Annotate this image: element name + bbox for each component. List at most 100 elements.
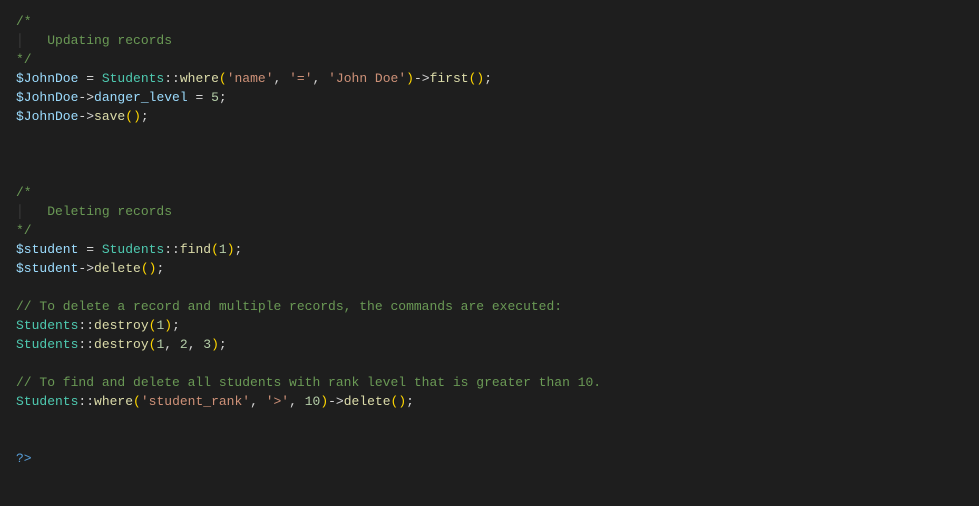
arrow: ->	[328, 394, 344, 409]
comment-text	[24, 33, 47, 48]
code-line: $JohnDoe = Students::where('name', '=', …	[16, 69, 963, 88]
class-name: Students	[16, 337, 78, 352]
operator: =	[78, 242, 101, 257]
comment-open: /*	[16, 14, 32, 29]
empty-line	[16, 164, 963, 183]
variable: $JohnDoe	[16, 90, 78, 105]
comment-line: // To delete a record and multiple recor…	[16, 299, 562, 314]
punct: ;	[484, 71, 492, 86]
code-line: // To find and delete all students with …	[16, 373, 963, 392]
property: danger_level	[94, 90, 188, 105]
paren: )	[133, 109, 141, 124]
arrow: ->	[414, 71, 430, 86]
punct: ,	[164, 337, 180, 352]
variable: $JohnDoe	[16, 109, 78, 124]
variable: $student	[16, 261, 78, 276]
code-line: /*	[16, 183, 963, 202]
punct: ,	[188, 337, 204, 352]
string: 'student_rank'	[141, 394, 250, 409]
empty-line	[16, 430, 963, 449]
operator: =	[188, 90, 211, 105]
comment-close: */	[16, 223, 32, 238]
punct: ::	[78, 337, 94, 352]
punct: ::	[78, 318, 94, 333]
punct: ::	[164, 242, 180, 257]
punct: ::	[164, 71, 180, 86]
function-name: destroy	[94, 318, 149, 333]
punct: ;	[219, 90, 227, 105]
punct: ;	[141, 109, 149, 124]
string: '>'	[266, 394, 289, 409]
code-line: │ Updating records	[16, 31, 963, 50]
empty-line	[16, 278, 963, 297]
empty-line	[16, 354, 963, 373]
code-line: // To delete a record and multiple recor…	[16, 297, 963, 316]
number: 10	[305, 394, 321, 409]
code-editor[interactable]: /* │ Updating records */ $JohnDoe = Stud…	[16, 12, 963, 468]
php-close-tag: ?>	[16, 451, 32, 466]
paren: )	[227, 242, 235, 257]
class-name: Students	[102, 71, 164, 86]
punct: ,	[313, 71, 329, 86]
code-line: ?>	[16, 449, 963, 468]
code-line: Students::destroy(1, 2, 3);	[16, 335, 963, 354]
comment-close: */	[16, 52, 32, 67]
arrow: ->	[78, 261, 94, 276]
indent-guide: │	[16, 33, 24, 48]
number: 2	[180, 337, 188, 352]
code-line: Students::destroy(1);	[16, 316, 963, 335]
class-name: Students	[102, 242, 164, 257]
empty-line	[16, 126, 963, 145]
indent-guide: │	[16, 204, 24, 219]
punct: ,	[289, 394, 305, 409]
punct: ;	[156, 261, 164, 276]
arrow: ->	[78, 90, 94, 105]
number: 1	[219, 242, 227, 257]
paren: (	[141, 261, 149, 276]
class-name: Students	[16, 394, 78, 409]
punct: ;	[172, 318, 180, 333]
punct: ;	[406, 394, 414, 409]
punct: ;	[235, 242, 243, 257]
paren: )	[398, 394, 406, 409]
string: 'name'	[227, 71, 274, 86]
code-line: /*	[16, 12, 963, 31]
code-line: $student = Students::find(1);	[16, 240, 963, 259]
variable: $JohnDoe	[16, 71, 78, 86]
paren: (	[133, 394, 141, 409]
paren: (	[125, 109, 133, 124]
paren: )	[406, 71, 414, 86]
comment-text: Deleting records	[47, 204, 172, 219]
code-line: │ Deleting records	[16, 202, 963, 221]
function-name: first	[430, 71, 469, 86]
comment-open: /*	[16, 185, 32, 200]
punct: ,	[250, 394, 266, 409]
code-line: */	[16, 50, 963, 69]
punct: ;	[219, 337, 227, 352]
variable: $student	[16, 242, 78, 257]
empty-line	[16, 145, 963, 164]
number: 5	[211, 90, 219, 105]
function-name: delete	[344, 394, 391, 409]
number: 3	[203, 337, 211, 352]
function-name: where	[180, 71, 219, 86]
code-line: $JohnDoe->danger_level = 5;	[16, 88, 963, 107]
function-name: destroy	[94, 337, 149, 352]
function-name: find	[180, 242, 211, 257]
code-line: */	[16, 221, 963, 240]
punct: ,	[274, 71, 290, 86]
comment-text: Updating records	[47, 33, 172, 48]
class-name: Students	[16, 318, 78, 333]
string: 'John Doe'	[328, 71, 406, 86]
paren: )	[164, 318, 172, 333]
paren: )	[320, 394, 328, 409]
comment-line: // To find and delete all students with …	[16, 375, 601, 390]
paren: )	[211, 337, 219, 352]
empty-line	[16, 411, 963, 430]
function-name: save	[94, 109, 125, 124]
string: '='	[289, 71, 312, 86]
arrow: ->	[78, 109, 94, 124]
punct: ::	[78, 394, 94, 409]
function-name: where	[94, 394, 133, 409]
function-name: delete	[94, 261, 141, 276]
